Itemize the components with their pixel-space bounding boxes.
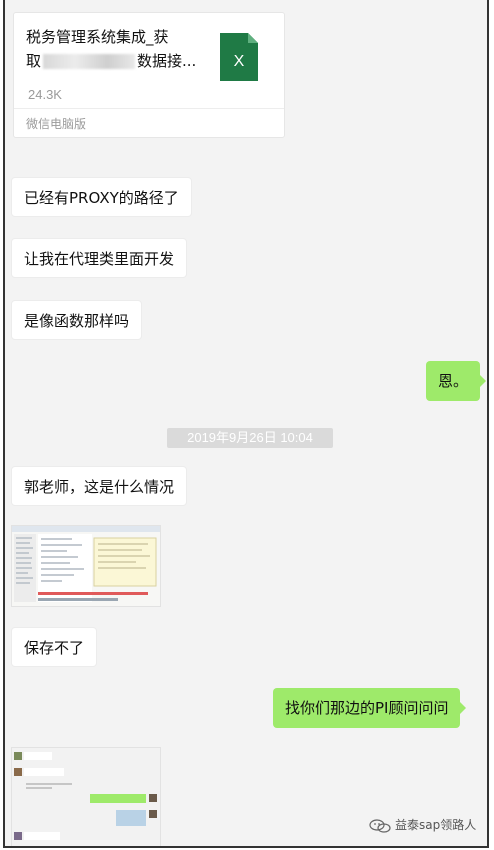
file-name-line2: 取 数据接...: [26, 49, 206, 73]
message-bubble[interactable]: 已经有PROXY的路径了: [11, 177, 192, 217]
file-card-footer: 微信电脑版: [14, 108, 284, 137]
screenshot-thumbnail: [12, 748, 160, 846]
image-message[interactable]: [11, 525, 161, 607]
watermark: 益泰sap领路人: [369, 816, 476, 833]
message-bubble-sent[interactable]: 恩。: [426, 361, 487, 401]
file-name-line2-start: 取: [26, 52, 42, 70]
message-bubble[interactable]: 让我在代理类里面开发: [11, 238, 188, 278]
file-source: 微信电脑版: [26, 117, 87, 131]
redacted-text: [43, 54, 136, 69]
screenshot-thumbnail: [12, 526, 160, 606]
message-bubble[interactable]: 郭老师，这是什么情况: [11, 466, 188, 506]
chat-window: 税务管理系统集成_获 取 数据接... 24.3K X 微信电脑版 已经有PROX…: [3, 0, 489, 848]
file-name: 税务管理系统集成_获 取 数据接...: [26, 25, 206, 73]
file-message-card[interactable]: 税务管理系统集成_获 取 数据接... 24.3K X 微信电脑版: [13, 12, 285, 138]
excel-letter: X: [234, 53, 245, 70]
message-timestamp: 2019年9月26日 10:04: [167, 428, 333, 448]
file-size: 24.3K: [28, 87, 62, 102]
watermark-text: 益泰sap领路人: [395, 818, 477, 832]
wechat-icon: [369, 818, 391, 833]
file-name-line1: 税务管理系统集成_获: [26, 28, 169, 46]
excel-file-icon: X: [220, 33, 258, 81]
file-name-line2-end: 数据接...: [137, 52, 197, 70]
message-bubble[interactable]: 保存不了: [11, 627, 98, 667]
message-bubble[interactable]: 是像函数那样吗: [11, 300, 143, 340]
image-message[interactable]: [11, 747, 161, 846]
message-bubble-sent[interactable]: 找你们那边的PI顾问问问: [273, 688, 467, 728]
